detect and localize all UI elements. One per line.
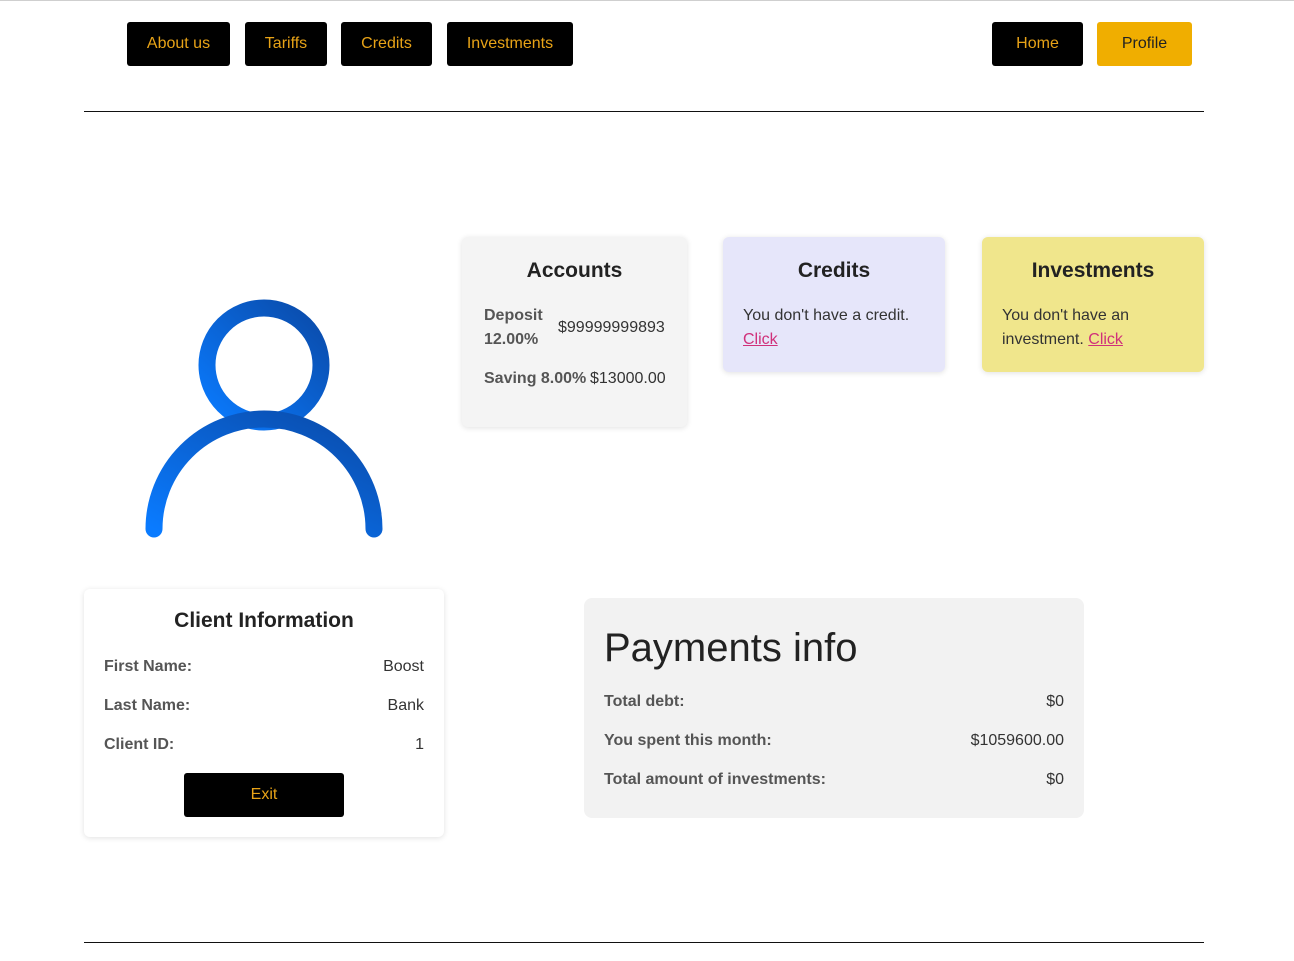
total-investments-value: $0 [1046,771,1064,788]
nav-tariffs-button[interactable]: Tariffs [245,22,327,66]
spent-month-value: $1059600.00 [970,732,1064,749]
client-id-value: 1 [415,736,424,753]
credits-click-link[interactable]: Click [743,328,778,352]
total-investments-label: Total amount of investments: [604,771,826,788]
nav-profile-button[interactable]: Profile [1097,22,1192,66]
deposit-value: $99999999893 [558,319,665,336]
nav-credits-button[interactable]: Credits [341,22,432,66]
client-id-row: Client ID: 1 [104,734,424,756]
first-name-label: First Name: [104,658,193,675]
spent-month-row: You spent this month: $1059600.00 [604,730,1064,752]
payments-info-card: Payments info Total debt: $0 You spent t… [584,598,1084,818]
header-divider [84,111,1204,112]
footer-divider [84,942,1204,943]
exit-button[interactable]: Exit [184,773,344,817]
payments-title: Payments info [604,626,858,670]
total-investments-row: Total amount of investments: $0 [604,769,1064,791]
last-name-row: Last Name: Bank [104,695,424,717]
spent-month-label: You spent this month: [604,732,772,749]
nav-home-button[interactable]: Home [992,22,1083,66]
credits-title: Credits [797,259,871,282]
client-info-title: Client Information [174,609,354,632]
user-avatar-icon [145,299,383,538]
total-debt-label: Total debt: [604,693,685,710]
last-name-label: Last Name: [104,697,191,714]
last-name-value: Bank [387,697,424,714]
saving-value: $13000.00 [590,370,666,387]
saving-label: Saving 8.00% [484,370,587,387]
accounts-card: Accounts Deposit 12.00% $99999999893 Sav… [462,237,687,427]
client-id-label: Client ID: [104,736,175,753]
client-info-card: Client Information First Name: Boost Las… [84,589,444,837]
credits-text: You don't have a credit. [743,307,910,324]
first-name-row: First Name: Boost [104,656,424,678]
investments-card: Investments You don't have an investment… [982,237,1204,372]
nav-about-button[interactable]: About us [127,22,230,66]
nav-investments-button[interactable]: Investments [447,22,573,66]
credits-card: Credits You don't have a credit. Click [723,237,945,372]
accounts-title: Accounts [526,259,623,282]
total-debt-row: Total debt: $0 [604,691,1064,713]
investments-text: You don't have an investment. Click [1002,304,1187,352]
total-debt-value: $0 [1046,693,1064,710]
deposit-label: Deposit 12.00% [484,307,543,348]
investments-click-link[interactable]: Click [1088,331,1123,348]
first-name-value: Boost [383,658,424,675]
investments-title: Investments [1031,259,1155,282]
